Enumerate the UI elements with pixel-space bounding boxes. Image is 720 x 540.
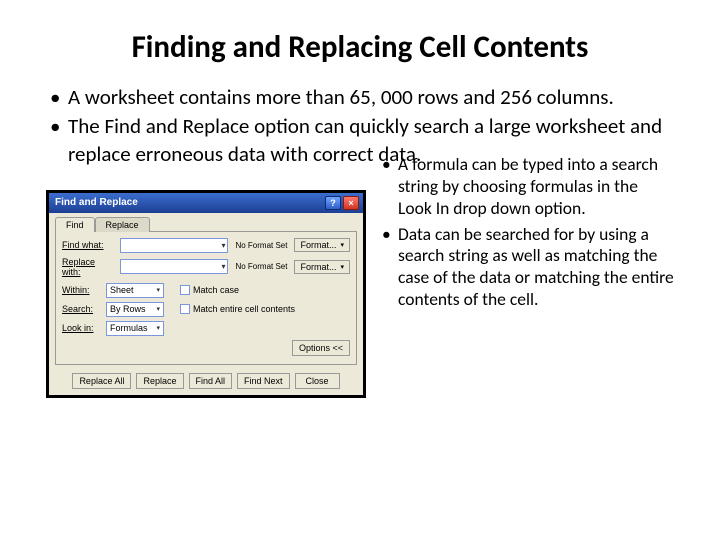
- chevron-down-icon[interactable]: ▾: [156, 324, 160, 332]
- dialog-title: Find and Replace: [55, 197, 138, 208]
- options-button[interactable]: Options <<: [292, 340, 350, 356]
- chevron-down-icon[interactable]: ▾: [156, 286, 160, 294]
- bullet-item: A formula can be typed into a search str…: [380, 154, 674, 220]
- lookin-label: Look in:: [62, 323, 102, 333]
- find-what-label: Find what:: [62, 240, 116, 250]
- match-case-checkbox[interactable]: Match case: [180, 285, 239, 295]
- replace-format-status: No Format Set: [235, 262, 287, 271]
- tab-find[interactable]: Find: [55, 217, 95, 232]
- within-label: Within:: [62, 285, 102, 295]
- replace-format-button[interactable]: Format...▾: [294, 260, 350, 274]
- chevron-down-icon[interactable]: ▾: [221, 241, 225, 250]
- help-icon[interactable]: ?: [325, 196, 341, 210]
- side-bullet-list: A formula can be typed into a search str…: [380, 154, 674, 398]
- slide-title: Finding and Replacing Cell Contents: [46, 28, 674, 66]
- match-entire-checkbox[interactable]: Match entire cell contents: [180, 304, 295, 314]
- find-format-status: No Format Set: [235, 241, 287, 250]
- find-what-input[interactable]: ▾: [120, 238, 228, 253]
- bullet-item: Data can be searched for by using a sear…: [380, 224, 674, 312]
- search-select[interactable]: By Rows▾: [106, 302, 164, 317]
- lookin-select[interactable]: Formulas▾: [106, 321, 164, 336]
- find-all-button[interactable]: Find All: [189, 373, 233, 389]
- find-next-button[interactable]: Find Next: [237, 373, 290, 389]
- replace-with-label: Replace with:: [62, 257, 116, 277]
- close-icon[interactable]: ×: [343, 196, 359, 210]
- chevron-down-icon[interactable]: ▾: [156, 305, 160, 313]
- chevron-down-icon[interactable]: ▾: [221, 262, 225, 271]
- within-select[interactable]: Sheet▾: [106, 283, 164, 298]
- close-button[interactable]: Close: [295, 373, 340, 389]
- dialog-titlebar[interactable]: Find and Replace ? ×: [49, 193, 363, 213]
- tab-replace[interactable]: Replace: [95, 217, 150, 232]
- find-format-button[interactable]: Format...▾: [294, 238, 350, 252]
- search-label: Search:: [62, 304, 102, 314]
- find-replace-dialog: Find and Replace ? × Find Replace Find w…: [46, 190, 366, 398]
- chevron-down-icon[interactable]: ▾: [340, 263, 344, 271]
- bullet-item: A worksheet contains more than 65, 000 r…: [46, 84, 674, 111]
- replace-all-button[interactable]: Replace All: [72, 373, 131, 389]
- replace-with-input[interactable]: ▾: [120, 259, 228, 274]
- replace-button[interactable]: Replace: [136, 373, 183, 389]
- chevron-down-icon[interactable]: ▾: [340, 241, 344, 249]
